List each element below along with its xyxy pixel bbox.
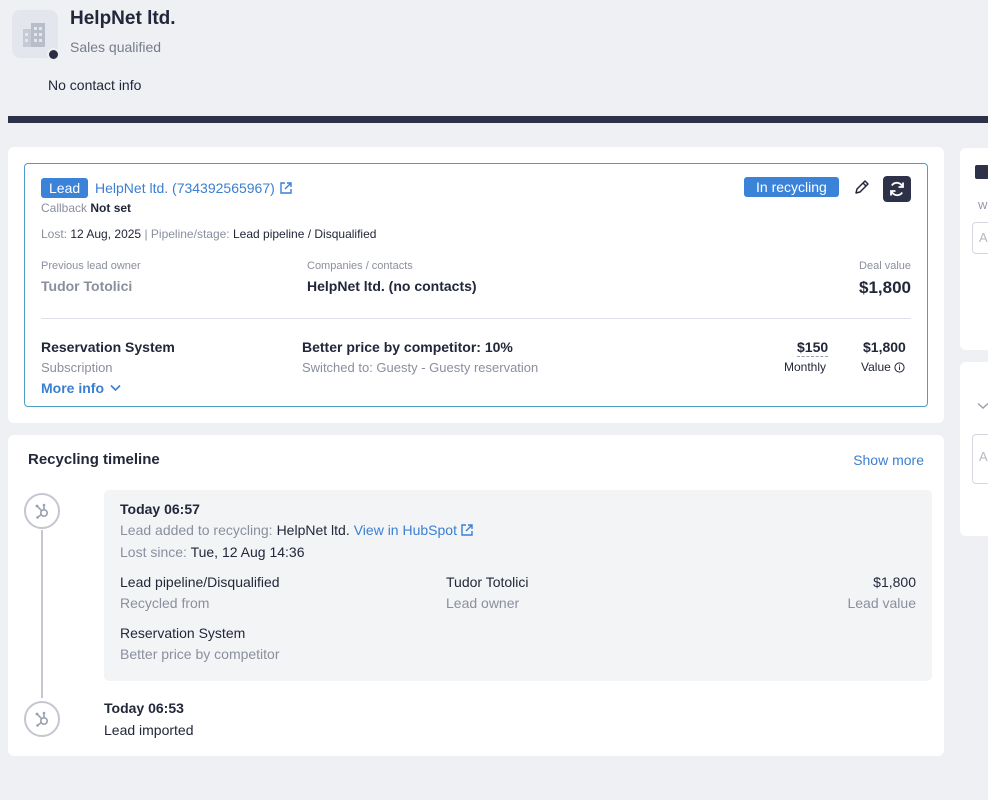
side-panel-top: W A — [960, 148, 988, 350]
event-time: Today 06:53 — [104, 700, 184, 716]
timeline-node — [24, 701, 60, 737]
added-label: Lead added to recycling: — [120, 522, 273, 538]
header-divider — [8, 116, 988, 123]
info-icon[interactable] — [894, 361, 905, 373]
event-value: $1,800 — [873, 574, 916, 590]
section-divider — [41, 318, 911, 319]
companies-value: HelpNet ltd. (no contacts) — [307, 278, 477, 294]
deal-value: $1,800 — [859, 278, 911, 297]
status-dot — [47, 48, 60, 61]
timeline-connector — [41, 530, 43, 698]
contact-info: No contact info — [48, 77, 142, 93]
hubspot-icon — [35, 711, 49, 727]
lead-hubspot-link[interactable]: HelpNet ltd. (734392565967) — [95, 180, 292, 196]
event-owner-label: Lead owner — [446, 595, 520, 611]
event-product: Reservation System — [120, 625, 246, 641]
external-link-icon[interactable] — [461, 524, 473, 536]
company-name: HelpNet ltd. — [70, 8, 176, 29]
timeline-title: Recycling timeline — [28, 451, 160, 468]
deal-value-label: Deal value — [859, 260, 911, 272]
product-type: Subscription — [41, 360, 113, 375]
lead-link-text: HelpNet ltd. (734392565967) — [95, 180, 275, 196]
callback-value: Not set — [90, 201, 132, 215]
recycle-button[interactable] — [883, 176, 911, 202]
event-lost-since: Lost since: Tue, 12 Aug 14:36 — [120, 544, 305, 560]
event-text: Lead imported — [104, 722, 194, 738]
lead-badge: Lead — [41, 178, 89, 198]
pencil-icon[interactable] — [853, 178, 871, 196]
timeline-node — [24, 493, 60, 529]
lost-since-value: Tue, 12 Aug 14:36 — [190, 544, 305, 560]
total-value: $1,800 — [863, 339, 906, 355]
added-value: HelpNet ltd. — [276, 522, 350, 538]
building-icon — [23, 23, 45, 47]
more-info-label: More info — [41, 380, 104, 396]
recycling-timeline-card: Recycling timeline Show more Today 06:57… — [8, 435, 944, 756]
more-info-toggle[interactable]: More info — [41, 380, 121, 396]
email-icon[interactable] — [975, 165, 988, 179]
chevron-down-icon[interactable] — [977, 402, 988, 410]
view-in-hubspot-link[interactable]: View in HubSpot — [354, 522, 457, 538]
switched-to: Switched to: Guesty - Guesty reservation — [302, 360, 539, 375]
monthly-label: Monthly — [784, 360, 827, 374]
recycling-status-badge: In recycling — [744, 177, 839, 197]
hubspot-icon — [35, 503, 49, 519]
value-label: Value — [861, 360, 891, 374]
lead-card: Lead HelpNet ltd. (734392565967) Callbac… — [8, 147, 944, 423]
lost-info: Lost: 12 Aug, 2025 | Pipeline/stage: Lea… — [41, 227, 376, 241]
timeline-event-recycling: Today 06:57 Lead added to recycling: Hel… — [104, 490, 932, 681]
event-pipeline: Lead pipeline/Disqualified — [120, 574, 280, 590]
event-value-label: Lead value — [847, 595, 916, 611]
refresh-icon — [890, 181, 904, 197]
event-added: Lead added to recycling: HelpNet ltd. Vi… — [120, 522, 473, 538]
event-owner: Tudor Totolici — [446, 574, 529, 590]
product-name: Reservation System — [41, 339, 175, 355]
event-pipeline-label: Recycled from — [120, 595, 210, 611]
pipeline-value: Lead pipeline / Disqualified — [232, 227, 377, 241]
companies-label: Companies / contacts — [307, 260, 413, 272]
chevron-down-icon — [110, 384, 121, 392]
lost-label: Lost: — [41, 227, 68, 241]
event-reason: Better price by competitor — [120, 646, 280, 662]
side-textarea[interactable]: A — [972, 434, 988, 484]
lead-details: Lead HelpNet ltd. (734392565967) Callbac… — [24, 163, 928, 407]
lost-separator: | — [144, 227, 148, 241]
value-label-wrap: Value — [861, 360, 905, 374]
callback-label: Callback — [41, 201, 88, 215]
side-panel-bottom: A — [960, 362, 988, 536]
lost-date: 12 Aug, 2025 — [70, 227, 142, 241]
show-more-link[interactable]: Show more — [853, 452, 924, 468]
side-input[interactable]: A — [972, 222, 988, 254]
monthly-value: $150 — [797, 339, 829, 357]
pipeline-label: Pipeline/stage: — [150, 227, 230, 241]
callback-info: Callback Not set — [41, 201, 131, 215]
lost-since-label: Lost since: — [120, 544, 187, 560]
event-time: Today 06:57 — [120, 501, 200, 517]
loss-reason: Better price by competitor: 10% — [302, 339, 513, 355]
external-link-icon — [280, 182, 292, 194]
side-label: W — [978, 201, 988, 212]
company-header: HelpNet ltd. Sales qualified No contact … — [0, 0, 988, 116]
company-stage: Sales qualified — [70, 39, 162, 55]
previous-owner-value: Tudor Totolici — [41, 278, 133, 294]
previous-owner-label: Previous lead owner — [41, 260, 141, 272]
